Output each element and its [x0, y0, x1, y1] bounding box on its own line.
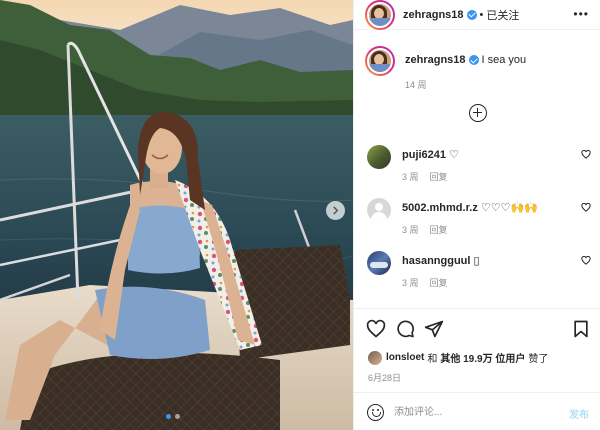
commenter-username[interactable]: 5002.mhmd.r.z — [402, 202, 478, 214]
caption-author-avatar[interactable] — [365, 46, 395, 76]
comment-text-line: puji6241 ♡ — [402, 148, 459, 161]
more-horizontal-icon[interactable]: ••• — [573, 8, 589, 20]
carousel-indicator — [166, 414, 180, 419]
follow-status-button[interactable]: 已关注 — [486, 7, 519, 23]
verified-badge-icon — [468, 55, 479, 66]
comment-item: puji6241 ♡ 3 周 回复 — [354, 145, 600, 195]
carousel-dot — [166, 414, 171, 419]
load-more-comments-icon[interactable] — [469, 104, 487, 122]
post-photo[interactable] — [0, 0, 353, 430]
verified-badge-icon — [466, 9, 477, 20]
likes-connector: 和 — [427, 354, 438, 365]
carousel-next-button[interactable] — [326, 201, 345, 220]
heart-icon[interactable] — [581, 256, 591, 265]
post-comment-button[interactable]: 发布 — [569, 406, 589, 421]
comment-text-line: 5002.mhmd.r.z ♡♡♡🙌🙌 — [402, 201, 538, 214]
comment-meta: 3 周 回复 — [402, 170, 448, 183]
save-button[interactable] — [571, 319, 591, 339]
comment-timestamp[interactable]: 3 周 — [402, 170, 419, 183]
liker-avatar[interactable] — [368, 350, 382, 365]
share-button[interactable] — [424, 319, 444, 339]
comment-body: ♡ — [449, 149, 459, 161]
likes-suffix: 赞了 — [528, 354, 549, 365]
chevron-right-icon — [333, 206, 339, 215]
reply-button[interactable]: 回复 — [430, 276, 448, 289]
reply-button[interactable]: 回复 — [430, 223, 448, 236]
post-details-panel: zehragns18 • 已关注 ••• zehragns18 I sea you… — [353, 0, 600, 430]
carousel-dot — [175, 414, 180, 419]
heart-icon — [366, 319, 386, 338]
comment-body: ♡♡♡🙌🙌 — [480, 202, 538, 214]
add-comment-bar: 发布 — [354, 392, 600, 430]
comment-timestamp[interactable]: 3 周 — [402, 276, 419, 289]
comment-item: 5002.mhmd.r.z ♡♡♡🙌🙌 3 周 回复 — [354, 198, 600, 248]
caption-text-line: zehragns18 I sea you — [405, 53, 526, 67]
emoji-smiley-icon[interactable] — [367, 404, 384, 421]
caption-timestamp[interactable]: 14 周 — [405, 78, 427, 91]
comment-bubble-icon — [397, 320, 414, 338]
liker-username[interactable]: lonsloet — [386, 352, 424, 363]
like-button[interactable] — [366, 319, 386, 339]
reply-button[interactable]: 回复 — [430, 170, 448, 183]
comment-meta: 3 周 回复 — [402, 276, 448, 289]
likes-count-link[interactable]: 其他 19.9万 位用户 — [440, 350, 525, 365]
paper-plane-icon — [424, 320, 444, 338]
caption-body: I sea you — [481, 54, 527, 66]
comment-meta: 3 周 回复 — [402, 223, 448, 236]
heart-icon[interactable] — [581, 150, 591, 159]
comment-item: hasanngguul ▯ 3 周 回复 — [354, 251, 600, 301]
author-avatar[interactable] — [365, 0, 395, 30]
instagram-post-viewer: zehragns18 • 已关注 ••• zehragns18 I sea you… — [0, 0, 600, 430]
commenter-avatar[interactable] — [367, 145, 391, 169]
post-caption: zehragns18 I sea you — [354, 46, 600, 76]
photo-illustration — [0, 0, 353, 430]
post-action-bar — [354, 308, 600, 348]
bookmark-icon — [574, 320, 588, 338]
author-username[interactable]: zehragns18 — [403, 9, 464, 21]
commenter-username[interactable]: hasanngguul — [402, 255, 470, 267]
caption-username[interactable]: zehragns18 — [405, 54, 466, 66]
post-date[interactable]: 6月28日 — [368, 371, 401, 384]
comment-text-line: hasanngguul ▯ — [402, 254, 480, 267]
comment-button[interactable] — [395, 319, 415, 339]
commenter-avatar[interactable] — [367, 251, 391, 275]
commenter-avatar[interactable] — [367, 198, 391, 222]
comment-body: ▯ — [473, 255, 480, 267]
post-header: zehragns18 • 已关注 ••• — [354, 0, 600, 30]
header-separator: • — [479, 8, 484, 21]
likes-summary: lonsloet 和 其他 19.9万 位用户 赞了 — [368, 350, 548, 365]
heart-icon[interactable] — [581, 203, 591, 212]
comment-timestamp[interactable]: 3 周 — [402, 223, 419, 236]
comment-input[interactable] — [394, 404, 544, 421]
commenter-username[interactable]: puji6241 — [402, 149, 446, 161]
